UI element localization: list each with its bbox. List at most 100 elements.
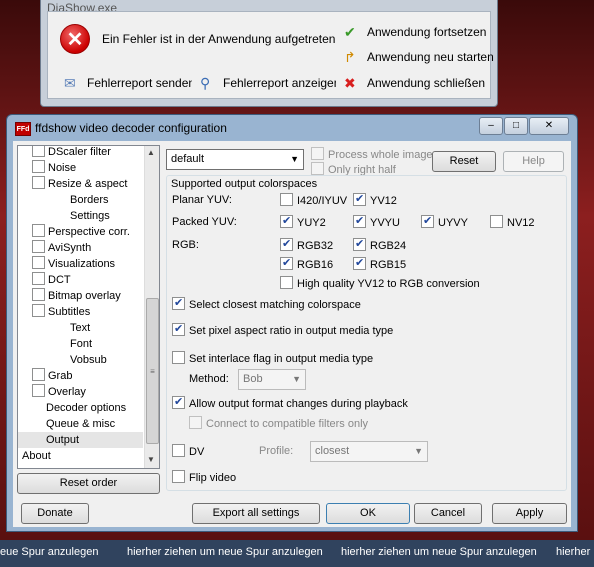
tree-item[interactable]: Settings (70, 208, 110, 224)
profile-label: Profile: (259, 445, 294, 457)
filter-tree[interactable]: DScaler filter Noise Resize & aspect Border… (17, 145, 160, 469)
ok-button[interactable]: OK (326, 503, 410, 524)
ffdshow-app-icon: FFd (15, 122, 31, 136)
yv12-checkbox[interactable]: YV12 (353, 192, 397, 209)
tree-item[interactable]: Bitmap overlay (32, 288, 121, 304)
error-icon: ✕ (60, 24, 90, 54)
scroll-thumb[interactable]: ≡ (146, 298, 159, 444)
timeline-track-bar: eue Spur anzulegen hierher ziehen um neu… (0, 540, 594, 567)
donate-button[interactable]: Donate (21, 503, 89, 524)
method-select[interactable]: Bob ▼ (238, 369, 306, 390)
tree-item-label: Perspective corr. (48, 226, 130, 238)
tree-item[interactable]: Subtitles (32, 304, 90, 320)
continue-app-button[interactable]: ✔ Anwendung fortsetzen (336, 20, 486, 44)
rgb15-checkbox[interactable]: RGB15 (353, 256, 406, 273)
tree-item[interactable]: DCT (32, 272, 71, 288)
tree-item-label: Settings (70, 210, 110, 222)
cancel-button[interactable]: Cancel (414, 503, 482, 524)
tree-item[interactable]: Resize & aspect (32, 176, 127, 192)
tree-item[interactable]: Vobsub (70, 352, 107, 368)
dv-checkbox[interactable]: DV (172, 444, 204, 460)
method-label: Method: (189, 373, 229, 385)
send-report-button[interactable]: ✉ Fehlerreport senden (56, 71, 195, 95)
tree-item[interactable]: AviSynth (32, 240, 91, 256)
chevron-down-icon: ▼ (414, 446, 423, 456)
preset-select[interactable]: default ▼ (166, 149, 304, 170)
reset-order-button[interactable]: Reset order (17, 473, 160, 494)
tree-item-label: About (22, 450, 51, 462)
tree-item-checkbox[interactable] (32, 368, 45, 381)
rgb-label: RGB: (172, 239, 199, 251)
set-pixel-aspect-checkbox[interactable]: Set pixel aspect ratio in output media t… (172, 322, 393, 339)
tree-item-label: Decoder options (46, 402, 127, 414)
tree-item[interactable]: Borders (70, 192, 109, 208)
minimize-button[interactable]: – (479, 117, 503, 135)
tree-item[interactable]: Font (70, 336, 92, 352)
connect-compatible-checkbox[interactable]: Connect to compatible filters only (189, 416, 368, 432)
close-app-button[interactable]: ✖ Anwendung schließen (336, 71, 486, 95)
process-whole-image-checkbox[interactable]: Process whole image (311, 147, 433, 163)
tree-item-checkbox[interactable] (32, 304, 45, 317)
scroll-up-icon[interactable]: ▲ (147, 148, 155, 157)
rgb16-checkbox[interactable]: RGB16 (280, 256, 333, 273)
tree-item[interactable]: Perspective corr. (32, 224, 130, 240)
red-x-icon: ✖ (344, 75, 356, 91)
rgb32-checkbox[interactable]: RGB32 (280, 237, 333, 254)
yuy2-checkbox[interactable]: YUY2 (280, 214, 326, 231)
tree-scrollbar[interactable]: ▲ ≡ ▼ (144, 146, 159, 468)
tree-item[interactable]: DScaler filter (32, 146, 111, 160)
tree-item-label: Subtitles (48, 306, 91, 318)
uyvy-checkbox[interactable]: UYVY (421, 214, 468, 231)
tree-item[interactable]: Grab (32, 368, 72, 384)
tree-item[interactable]: Overlay (32, 384, 86, 400)
apply-button[interactable]: Apply (492, 503, 567, 524)
tree-item-checkbox[interactable] (32, 240, 45, 253)
nv12-checkbox[interactable]: NV12 (490, 215, 535, 231)
yvyu-checkbox[interactable]: YVYU (353, 214, 400, 231)
tree-item[interactable]: Noise (32, 160, 76, 176)
tree-item-checkbox[interactable] (32, 176, 45, 189)
tree-item-checkbox[interactable] (32, 224, 45, 237)
tree-item[interactable]: Visualizations (32, 256, 115, 272)
window-title: ffdshow video decoder configuration (35, 121, 227, 135)
hq-yv12-rgb-checkbox[interactable]: High quality YV12 to RGB conversion (280, 276, 480, 292)
chevron-down-icon: ▼ (290, 154, 299, 164)
scroll-down-icon[interactable]: ▼ (147, 455, 155, 464)
close-window-button[interactable]: ✕ (529, 117, 569, 135)
packed-yuv-label: Packed YUV: (172, 216, 237, 228)
window-client-area: DScaler filter Noise Resize & aspect Border… (13, 141, 571, 527)
allow-format-changes-checkbox[interactable]: Allow output format changes during playb… (172, 395, 408, 412)
maximize-button[interactable]: □ (504, 117, 528, 135)
title-bar[interactable]: FFd ffdshow video decoder configuration … (7, 115, 577, 141)
export-all-settings-button[interactable]: Export all settings (192, 503, 320, 524)
tree-item[interactable]: Queue & misc (46, 416, 115, 432)
tree-item-checkbox[interactable] (32, 160, 45, 173)
tree-item-checkbox[interactable] (32, 146, 45, 157)
rgb24-checkbox[interactable]: RGB24 (353, 237, 406, 254)
restart-app-button[interactable]: ↱ Anwendung neu starten (336, 45, 494, 69)
tree-item[interactable]: About (22, 448, 51, 464)
tree-item-label: Grab (48, 370, 73, 382)
track-hint: hierher (556, 546, 591, 558)
tree-item-label: Vobsub (70, 354, 107, 366)
profile-select[interactable]: closest ▼ (310, 441, 428, 462)
i420-checkbox[interactable]: I420/IYUV (280, 193, 347, 209)
tree-item[interactable]: Text (70, 320, 90, 336)
tree-item-checkbox[interactable] (32, 384, 45, 397)
show-report-button[interactable]: ⚲ Fehlerreport anzeigen (192, 71, 340, 95)
tree-item-label: Text (70, 322, 91, 334)
tree-item-checkbox[interactable] (32, 288, 45, 301)
reset-button[interactable]: Reset (432, 151, 496, 172)
tree-item-checkbox[interactable] (32, 272, 45, 285)
tree-item[interactable]: Decoder options (46, 400, 126, 416)
track-hint: hierher ziehen um neue Spur anzulegen (341, 546, 537, 558)
select-closest-colorspace-checkbox[interactable]: Select closest matching colorspace (172, 296, 361, 313)
tree-item[interactable]: Output (18, 432, 143, 448)
colorspaces-group-title: Supported output colorspaces (171, 178, 318, 190)
tree-item-checkbox[interactable] (32, 256, 45, 269)
tree-item-label: Noise (48, 162, 77, 174)
help-button[interactable]: Help (503, 151, 564, 172)
set-interlace-flag-checkbox[interactable]: Set interlace flag in output media type (172, 351, 373, 367)
chevron-down-icon: ▼ (292, 374, 301, 384)
flip-video-checkbox[interactable]: Flip video (172, 470, 236, 486)
